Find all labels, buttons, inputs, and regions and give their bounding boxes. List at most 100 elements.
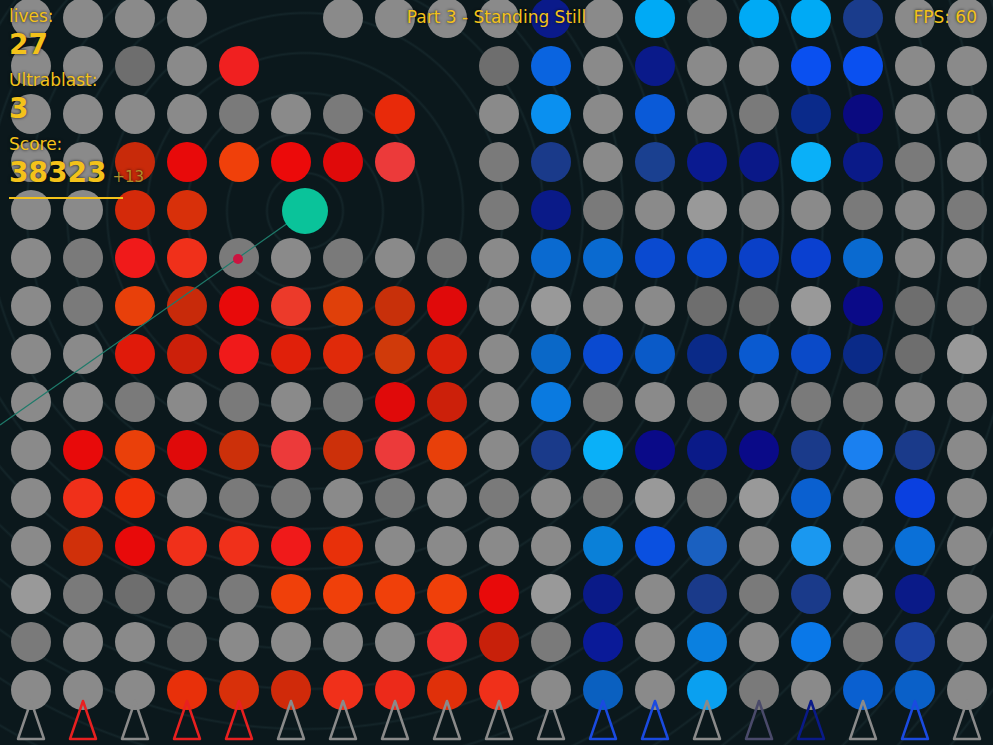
board-cell [473,186,525,234]
board-cell [265,618,317,666]
dot [791,46,831,86]
board-cell [265,234,317,282]
board-cell [161,90,213,138]
board-cell [57,90,109,138]
board-cell [941,42,993,90]
turret-icon [484,699,514,741]
board-cell [889,378,941,426]
dot [375,46,415,86]
dot [791,478,831,518]
dot [739,238,779,278]
dot [843,286,883,326]
dot [63,334,103,374]
dot [11,526,51,566]
board-cell [421,618,473,666]
board-cell [681,426,733,474]
turret-icon [380,699,410,741]
dot [843,0,883,38]
board-cell [369,666,421,714]
dot [323,46,363,86]
board-cell [317,474,369,522]
board-cell [733,282,785,330]
dot [63,526,103,566]
board-cell [161,0,213,42]
dot [271,526,311,566]
board-cell [733,570,785,618]
dot [427,382,467,422]
board-cell [785,330,837,378]
board-cell [733,378,785,426]
board-cell [525,618,577,666]
player [282,188,328,234]
board-cell [213,378,265,426]
board-cell [369,138,421,186]
board-cell [109,186,161,234]
dot [427,526,467,566]
board-cell [369,426,421,474]
board-cell [525,378,577,426]
dot [271,286,311,326]
board-cell [317,42,369,90]
dot [167,430,207,470]
board-cell [213,666,265,714]
dot [375,334,415,374]
board-cell [213,426,265,474]
board-cell [473,138,525,186]
dot [843,574,883,614]
board-cell [421,42,473,90]
score-bonus: +13 [112,168,144,186]
dot [167,94,207,134]
board-cell [265,282,317,330]
board-cell [57,0,109,42]
dot [791,286,831,326]
board-cell [109,0,161,42]
board-cell [369,90,421,138]
dot [375,622,415,662]
board-cell [681,474,733,522]
board-cell [57,330,109,378]
turret-icon [692,699,722,741]
board-cell [213,234,265,282]
turret-cell [941,699,993,741]
dot [531,190,571,230]
score-value: 38323 [9,155,106,191]
board-cell [577,234,629,282]
board-cell [941,90,993,138]
board-cell [109,474,161,522]
board-cell [733,330,785,378]
turret-cell [57,699,109,741]
dot [895,334,935,374]
dot [219,478,259,518]
dot [323,0,363,38]
dot [791,94,831,134]
dot [479,286,519,326]
board-cell [629,42,681,90]
dot [843,622,883,662]
dot [323,526,363,566]
turret-icon [588,699,618,741]
board-cell [161,618,213,666]
board-cell [577,282,629,330]
dot [583,142,623,182]
board-cell [577,186,629,234]
board-cell [473,330,525,378]
dot [323,382,363,422]
dot [427,334,467,374]
board-cell [837,330,889,378]
board-cell [525,282,577,330]
board-cell [837,570,889,618]
dot [271,574,311,614]
dot [739,286,779,326]
board-cell [473,42,525,90]
dot [323,238,363,278]
board-cell [213,42,265,90]
board-cell [733,426,785,474]
dot [531,46,571,86]
dot [115,478,155,518]
ultrablast-label: Ultrablast: [9,69,123,91]
board-cell [265,186,317,234]
dot [375,286,415,326]
board-cell [421,138,473,186]
dot [115,430,155,470]
dot-board [0,0,993,714]
